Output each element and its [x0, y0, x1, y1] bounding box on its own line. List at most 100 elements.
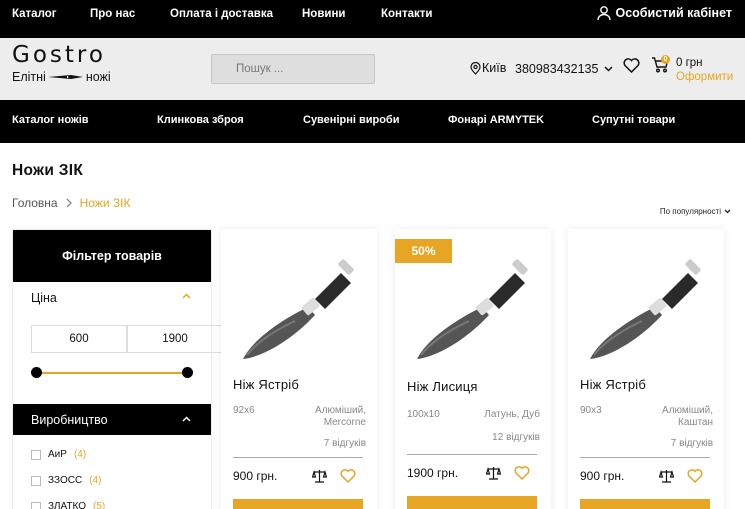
- product-name[interactable]: Ніж Ястріб: [580, 377, 646, 392]
- knife-product-image[interactable]: [580, 249, 708, 367]
- maker-option[interactable]: АиР (4): [31, 449, 86, 460]
- product-price: 1900 грн.: [407, 466, 459, 480]
- location-pin-icon: [470, 61, 481, 75]
- maker-count: (4): [89, 475, 102, 486]
- product-material: Латунь, Дуб: [484, 409, 540, 420]
- top-nav-about[interactable]: Про нас: [90, 8, 135, 20]
- checkout-link[interactable]: Оформити: [676, 71, 733, 83]
- maker-section-header[interactable]: Виробництво: [13, 404, 211, 435]
- maker-checkbox[interactable]: [31, 475, 41, 486]
- product-card[interactable]: 50% Ніж Лисиця 100х10 Латунь, Дуб 12 від…: [395, 229, 551, 509]
- filter-sidebar: Фільтер товарів Ціна 600 1900 Виробництв…: [12, 229, 223, 509]
- maker-name: ЗЗОСС: [48, 475, 83, 486]
- breadcrumb-current: Ножи ЗІК: [79, 196, 131, 210]
- heart-icon[interactable]: [514, 466, 530, 480]
- category-accessories[interactable]: Супутні товари: [592, 114, 675, 126]
- chevron-up-icon: [182, 416, 191, 422]
- buy-button[interactable]: [233, 499, 363, 509]
- cart-count-badge: 0: [661, 55, 670, 64]
- product-card[interactable]: Ніж Ястріб 90х3 Алюміший, Каштан 7 відгу…: [568, 229, 724, 509]
- product-reviews[interactable]: 7 відгуків: [324, 438, 366, 449]
- product-size: 92х6: [233, 405, 255, 416]
- product-price: 900 грн.: [580, 469, 625, 483]
- category-blades[interactable]: Клинкова зброя: [157, 114, 244, 126]
- price-max-input[interactable]: 1900: [127, 325, 223, 353]
- user-icon: [596, 6, 611, 21]
- maker-count: (4): [73, 449, 87, 460]
- logo-wordmark[interactable]: Gostro: [12, 42, 106, 68]
- compare-scale-icon[interactable]: [486, 466, 501, 480]
- product-divider: [233, 457, 363, 458]
- price-min-input[interactable]: 600: [31, 325, 127, 353]
- chevron-right-icon: [66, 198, 72, 208]
- top-nav-catalog[interactable]: Каталог: [12, 8, 57, 20]
- page-title: Ножи ЗІК: [12, 162, 84, 179]
- product-reviews[interactable]: 7 відгуків: [671, 438, 713, 449]
- product-material: Алюміший, Mercorne: [315, 405, 366, 428]
- category-knives[interactable]: Каталог ножів: [12, 114, 89, 126]
- phone-number: 380983432135: [515, 62, 599, 76]
- product-divider: [580, 457, 710, 458]
- category-nav-bar: Каталог ножів Клинкова зброя Сувенірні в…: [0, 100, 745, 143]
- account-label: Особистий кабінет: [615, 6, 733, 20]
- maker-checkbox[interactable]: [31, 449, 41, 460]
- category-flashlights[interactable]: Фонарі ARMYTEK: [448, 114, 544, 126]
- product-material: Алюміший, Каштан: [662, 405, 713, 428]
- account-link[interactable]: Особистий кабінет: [596, 5, 733, 21]
- cart-button[interactable]: 0: [651, 55, 670, 78]
- knife-product-image[interactable]: [233, 249, 361, 367]
- price-slider-min-handle[interactable]: [31, 367, 42, 378]
- price-slider-track[interactable]: [36, 372, 188, 374]
- buy-button[interactable]: [580, 499, 710, 509]
- city-label: Київ: [482, 61, 507, 75]
- maker-name: АиР: [48, 449, 67, 460]
- cart-total: 0 грн: [676, 57, 703, 69]
- maker-checkbox[interactable]: [31, 501, 41, 509]
- logo-tagline-left: Елітні: [12, 70, 46, 84]
- heart-icon[interactable]: [687, 469, 703, 483]
- maker-name: ЗЛАТКО: [48, 501, 86, 509]
- maker-option[interactable]: ЗЗОСС (4): [31, 475, 101, 486]
- product-reviews[interactable]: 12 відгуків: [492, 432, 540, 443]
- logo-tagline-right: ножі: [85, 70, 111, 84]
- wishlist-heart-icon[interactable]: [623, 58, 640, 73]
- top-nav-contacts[interactable]: Контакти: [381, 8, 432, 20]
- knife-logo-icon: [47, 75, 83, 79]
- chevron-down-icon: [724, 209, 731, 214]
- product-name[interactable]: Ніж Лисиця: [407, 379, 478, 394]
- search-input[interactable]: [211, 54, 375, 84]
- knife-product-image[interactable]: [407, 249, 535, 367]
- chevron-down-icon: [604, 66, 613, 72]
- product-size: 90х3: [580, 405, 602, 416]
- sort-label: По популярності: [659, 207, 721, 216]
- compare-scale-icon[interactable]: [312, 469, 327, 483]
- heart-icon[interactable]: [340, 469, 356, 483]
- city-selector[interactable]: Київ: [470, 61, 506, 75]
- top-nav-delivery[interactable]: Оплата і доставка: [170, 8, 273, 20]
- chevron-up-icon[interactable]: [182, 293, 191, 299]
- product-name[interactable]: Ніж Ястріб: [233, 377, 299, 392]
- breadcrumb-home[interactable]: Головна: [12, 196, 58, 210]
- product-price: 900 грн.: [233, 469, 278, 483]
- breadcrumb: Головна Ножи ЗІК: [12, 196, 130, 210]
- site-header: Gostro Елітні ножі Київ 380983432135 0 0…: [0, 38, 745, 100]
- buy-button[interactable]: [407, 496, 537, 509]
- product-size: 100х10: [407, 409, 440, 420]
- product-card[interactable]: Ніж Ястріб 92х6 Алюміший, Mercorne 7 від…: [221, 229, 377, 509]
- logo-tagline: Елітні ножі: [12, 70, 111, 84]
- price-range-inputs: 600 1900: [31, 325, 223, 353]
- sort-dropdown[interactable]: По популярності: [660, 207, 731, 216]
- compare-scale-icon[interactable]: [659, 469, 674, 483]
- phone-selector[interactable]: 380983432135: [515, 62, 613, 76]
- maker-count: (5): [92, 501, 106, 509]
- filter-title: Фільтер товарів: [13, 230, 211, 282]
- maker-option[interactable]: ЗЛАТКО (5): [31, 501, 105, 509]
- discount-badge: 50%: [395, 239, 452, 263]
- price-section-label: Ціна: [31, 291, 57, 305]
- top-nav-bar: Каталог Про нас Оплата і доставка Новини…: [0, 0, 745, 38]
- top-nav-news[interactable]: Новини: [302, 8, 345, 20]
- price-slider-max-handle[interactable]: [182, 367, 193, 378]
- maker-section-label: Виробництво: [31, 413, 108, 427]
- category-souvenirs[interactable]: Сувенірні вироби: [303, 114, 400, 126]
- product-divider: [407, 454, 537, 455]
